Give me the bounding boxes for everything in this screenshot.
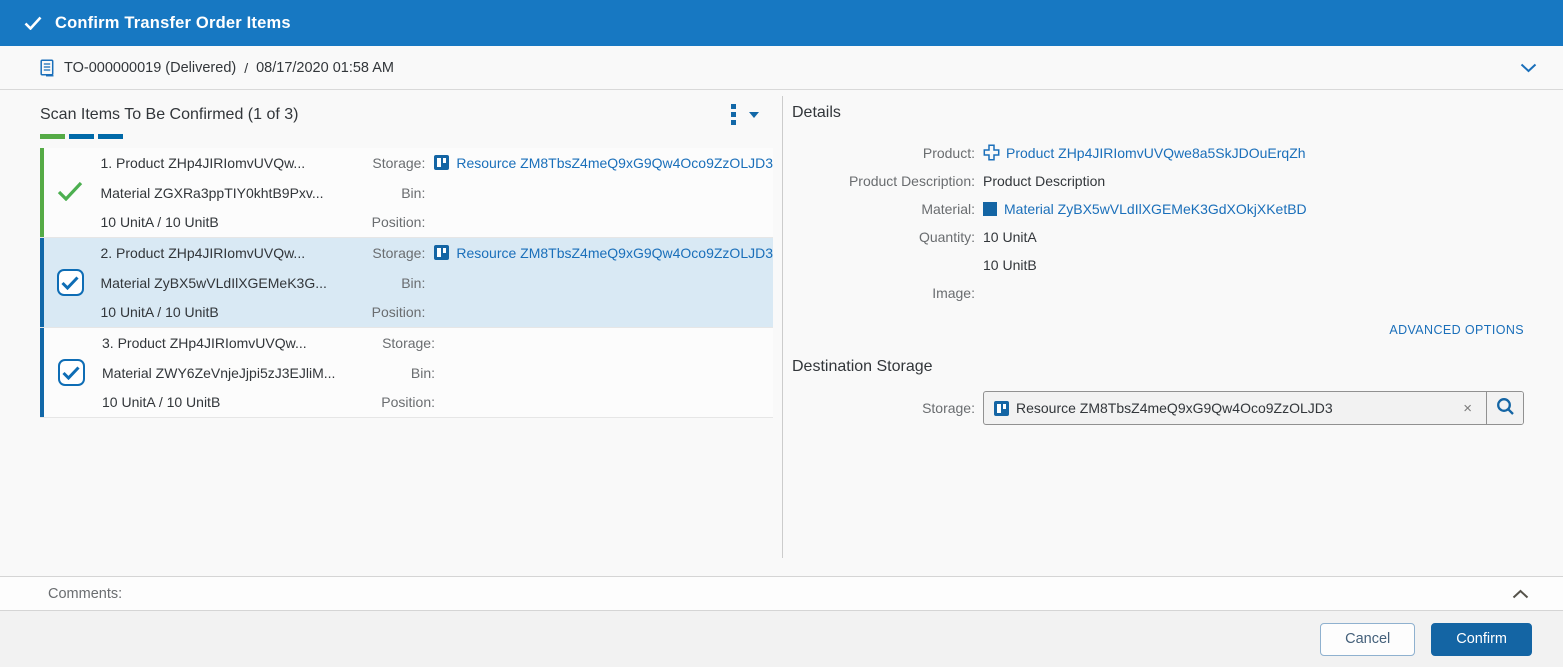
quantity-label: Quantity: (792, 223, 975, 251)
item-title: 3. Product ZHp4JIRIomvUVQw... (102, 328, 345, 358)
item-quantity: 10 UnitA / 10 UnitB (100, 297, 337, 327)
item-title: 2. Product ZHp4JIRIomvUVQw... (100, 238, 337, 268)
scan-panel: Scan Items To Be Confirmed (1 of 3) (0, 90, 782, 576)
overflow-menu-button[interactable] (731, 104, 773, 125)
chevron-down-icon[interactable] (1520, 63, 1537, 73)
item-status-stripe (40, 148, 44, 237)
position-label: Position: (338, 297, 426, 327)
search-icon (1496, 397, 1515, 419)
bin-value (444, 358, 773, 388)
bin-value (434, 178, 773, 208)
resource-icon (994, 401, 1009, 416)
item-status-stripe (40, 238, 44, 327)
resource-icon (434, 245, 449, 260)
caret-down-icon (749, 112, 759, 118)
list-item[interactable]: 1. Product ZHp4JIRIomvUVQw... Material Z… (40, 148, 773, 238)
kebab-menu-icon (731, 104, 736, 125)
order-header: TO-000000019 (Delivered) / 08/17/2020 01… (0, 46, 1563, 90)
image-label: Image: (792, 279, 975, 307)
item-material: Material ZGXRa3ppTIY0khtB9Pxv... (100, 178, 337, 208)
storage-resource-link[interactable]: Resource ZM8TbsZ4meQ9xG9Qw4Oco9ZzOLJD3 (456, 245, 773, 261)
storage-field[interactable]: × (984, 392, 1487, 424)
storage-label: Storage: (345, 328, 435, 358)
order-datetime: 08/17/2020 01:58 AM (256, 60, 394, 76)
progress-bar (40, 134, 782, 139)
details-panel: Details Product: Product ZHp4JIRIomvUVQw… (782, 90, 1563, 576)
details-title: Details (792, 104, 1524, 122)
confirmed-check-icon (57, 181, 83, 204)
resource-icon (434, 155, 449, 170)
material-label: Material: (792, 195, 975, 223)
item-quantity: 10 UnitA / 10 UnitB (100, 207, 337, 237)
quantity-value-a: 10 UnitA (983, 223, 1524, 251)
item-quantity: 10 UnitA / 10 UnitB (102, 387, 345, 417)
progress-segment-complete (40, 134, 65, 139)
position-label: Position: (338, 207, 426, 237)
main-content: Scan Items To Be Confirmed (1 of 3) (0, 90, 1563, 576)
item-status-stripe (40, 328, 44, 417)
panel-divider (782, 96, 783, 558)
item-title: 1. Product ZHp4JIRIomvUVQw... (100, 148, 337, 178)
scan-panel-title: Scan Items To Be Confirmed (1 of 3) (40, 106, 298, 124)
position-value (444, 387, 773, 417)
progress-segment-pending (98, 134, 123, 139)
comments-label: Comments: (48, 586, 122, 602)
bin-label: Bin: (345, 358, 435, 388)
destination-storage-title: Destination Storage (792, 358, 1524, 376)
storage-resource-link[interactable]: Resource ZM8TbsZ4meQ9xG9Qw4Oco9ZzOLJD3 (456, 155, 773, 171)
position-value (434, 207, 773, 237)
item-checkbox[interactable] (58, 359, 85, 386)
page-title: Confirm Transfer Order Items (55, 14, 291, 33)
confirm-button[interactable]: Confirm (1431, 623, 1532, 656)
cancel-button[interactable]: Cancel (1320, 623, 1415, 656)
storage-input[interactable] (1016, 400, 1459, 416)
list-item[interactable]: 2. Product ZHp4JIRIomvUVQw... Material Z… (40, 238, 773, 328)
check-icon (24, 16, 42, 30)
material-icon (983, 202, 997, 216)
material-link[interactable]: Material ZyBX5wVLdIlXGEMeK3GdXOkjXKetBD (1004, 201, 1307, 217)
product-description-label: Product Description: (792, 167, 975, 195)
storage-label: Storage: (338, 148, 426, 178)
product-icon (983, 142, 1000, 170)
order-separator: / (244, 60, 248, 76)
item-material: Material ZWY6ZeVnjeJjpi5zJ3EJliM... (102, 358, 345, 388)
details-form: Product: Product ZHp4JIRIomvUVQwe8a5SkJD… (792, 139, 1524, 307)
bin-value (434, 268, 773, 298)
storage-label: Storage: (338, 238, 426, 268)
item-checkbox[interactable] (57, 269, 84, 296)
storage-input-group: × (983, 391, 1524, 425)
product-link[interactable]: Product ZHp4JIRIomvUVQwe8a5SkJDOuErqZh (1006, 145, 1306, 161)
chevron-up-icon[interactable] (1512, 589, 1529, 599)
bin-label: Bin: (338, 268, 426, 298)
product-label: Product: (792, 139, 975, 167)
position-label: Position: (345, 387, 435, 417)
progress-segment-pending (69, 134, 94, 139)
comments-bar: Comments: (0, 576, 1563, 611)
title-bar: Confirm Transfer Order Items (0, 0, 1563, 46)
bin-label: Bin: (338, 178, 426, 208)
advanced-options-link[interactable]: ADVANCED OPTIONS (792, 323, 1524, 337)
image-value (983, 279, 1524, 307)
storage-value (444, 328, 773, 358)
clear-icon[interactable]: × (1459, 400, 1476, 417)
scan-item-list: 1. Product ZHp4JIRIomvUVQw... Material Z… (40, 148, 773, 418)
position-value (434, 297, 773, 327)
item-material: Material ZyBX5wVLdIlXGEMeK3G... (100, 268, 337, 298)
quantity-value-b: 10 UnitB (983, 251, 1524, 279)
action-footer: Cancel Confirm (0, 611, 1563, 667)
storage-search-button[interactable] (1487, 392, 1523, 424)
list-item[interactable]: 3. Product ZHp4JIRIomvUVQw... Material Z… (40, 328, 773, 418)
document-icon (40, 59, 55, 77)
destination-storage-label: Storage: (792, 400, 975, 416)
product-description-value: Product Description (983, 167, 1524, 195)
order-link[interactable]: TO-000000019 (Delivered) (64, 60, 236, 76)
